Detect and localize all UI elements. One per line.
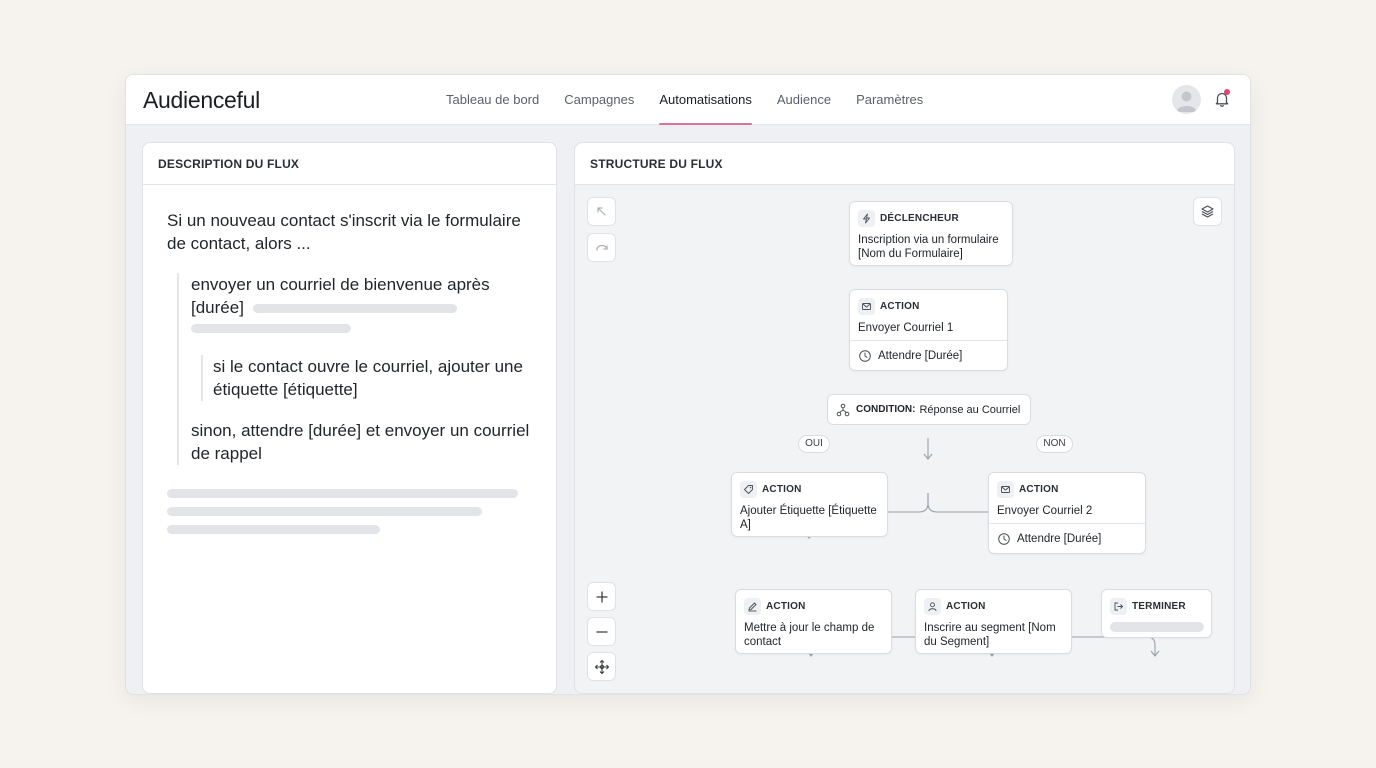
action-node-update-field[interactable]: ACTION Mettre à jour le champ de contact xyxy=(735,589,892,654)
layers-icon xyxy=(1201,205,1214,218)
minus-icon xyxy=(595,630,608,633)
redo-icon xyxy=(595,244,608,251)
fit-view-button[interactable] xyxy=(587,652,616,681)
zoom-out-button[interactable] xyxy=(587,617,616,646)
action-node-send-email-2[interactable]: ACTION Envoyer Courriel 2 Attendre [Duré… xyxy=(988,472,1146,554)
node-type-label: ACTION xyxy=(1019,484,1059,495)
user-avatar[interactable] xyxy=(1172,85,1201,114)
undo-icon xyxy=(596,206,606,216)
move-icon xyxy=(594,659,609,674)
condition-node[interactable]: CONDITION: Réponse au Courriel xyxy=(827,394,1031,425)
node-text: Envoyer Courriel 2 xyxy=(997,505,1093,517)
node-text: Envoyer Courriel 1 xyxy=(858,322,954,334)
node-type-label: ACTION xyxy=(766,601,806,612)
clock-icon xyxy=(998,532,1010,545)
undo-button[interactable] xyxy=(587,197,616,226)
app-logo[interactable]: Audienceful xyxy=(143,87,260,114)
main-nav: Tableau de bord Campagnes Automatisation… xyxy=(446,75,948,125)
branch-yes-label: OUI xyxy=(798,435,830,453)
text-placeholder xyxy=(167,507,482,516)
flow-description-title: DESCRIPTION DU FLUX xyxy=(143,143,556,185)
node-type-label: ACTION xyxy=(946,601,986,612)
exit-icon xyxy=(1110,598,1127,615)
condition-text: Réponse au Courriel xyxy=(919,403,1021,416)
node-text: Ajouter Étiquette [Étiquette A] xyxy=(740,505,877,531)
notification-dot xyxy=(1224,89,1230,95)
nav-automations[interactable]: Automatisations xyxy=(659,75,752,125)
action-node-add-to-segment[interactable]: ACTION Inscrire au segment [Nom du Segme… xyxy=(915,589,1072,654)
flow-structure-panel: STRUCTURE DU FLUX DÉCLENCHEUR Inscriptio… xyxy=(574,142,1235,694)
node-type-label: ACTION xyxy=(762,484,802,495)
node-type-label: DÉCLENCHEUR xyxy=(880,213,959,224)
flow-description-body[interactable]: Si un nouveau contact s'inscrit via le f… xyxy=(143,185,556,534)
layers-button[interactable] xyxy=(1193,197,1222,226)
description-step-2: si le contact ouvre le courriel, ajouter… xyxy=(213,357,523,399)
text-placeholder xyxy=(253,304,457,313)
text-placeholder-group xyxy=(167,489,534,534)
text-placeholder xyxy=(167,489,518,498)
branch-no-label: NON xyxy=(1036,435,1073,453)
flow-description-panel: DESCRIPTION DU FLUX Si un nouveau contac… xyxy=(142,142,557,694)
description-sub-branch: si le contact ouvre le courriel, ajouter… xyxy=(201,355,534,401)
end-node[interactable]: TERMINER xyxy=(1101,589,1212,638)
app-window: Audienceful Tableau de bord Campagnes Au… xyxy=(125,74,1251,695)
wait-step[interactable]: Attendre [Durée] xyxy=(850,340,1007,370)
user-icon xyxy=(924,598,941,615)
text-placeholder xyxy=(191,324,351,333)
tag-icon xyxy=(740,481,757,498)
nav-campaigns[interactable]: Campagnes xyxy=(564,75,634,125)
text-placeholder xyxy=(167,525,380,534)
pencil-icon xyxy=(744,598,761,615)
top-navigation-bar: Audienceful Tableau de bord Campagnes Au… xyxy=(126,75,1250,125)
plus-icon xyxy=(595,590,608,603)
text-placeholder xyxy=(1110,622,1204,632)
description-step-3: sinon, attendre [durée] et envoyer un co… xyxy=(191,421,530,463)
description-branch: envoyer un courriel de bienvenue après [… xyxy=(177,273,534,465)
wait-text: Attendre [Durée] xyxy=(1017,532,1102,545)
node-text: Inscrire au segment [Nom du Segment] xyxy=(924,622,1056,648)
trigger-node[interactable]: DÉCLENCHEUR Inscription via un formulair… xyxy=(849,201,1013,266)
mail-icon xyxy=(997,481,1014,498)
node-type-label: TERMINER xyxy=(1132,601,1186,612)
nav-settings[interactable]: Paramètres xyxy=(856,75,923,125)
nav-audience[interactable]: Audience xyxy=(777,75,831,125)
node-text: Mettre à jour le champ de contact xyxy=(744,622,875,648)
redo-button[interactable] xyxy=(587,233,616,262)
branch-icon xyxy=(836,403,850,416)
action-node-send-email-1[interactable]: ACTION Envoyer Courriel 1 Attendre [Duré… xyxy=(849,289,1008,371)
mail-icon xyxy=(858,298,875,315)
condition-label: CONDITION: xyxy=(856,404,916,415)
wait-text: Attendre [Durée] xyxy=(878,349,963,362)
zoom-in-button[interactable] xyxy=(587,582,616,611)
action-node-add-tag[interactable]: ACTION Ajouter Étiquette [Étiquette A] xyxy=(731,472,888,537)
wait-step[interactable]: Attendre [Durée] xyxy=(989,523,1145,553)
nav-dashboard[interactable]: Tableau de bord xyxy=(446,75,539,125)
clock-icon xyxy=(859,349,871,362)
node-type-label: ACTION xyxy=(880,301,920,312)
node-text: Inscription via un formulaire [Nom du Fo… xyxy=(858,234,999,260)
lightning-icon xyxy=(858,210,875,227)
description-intro: Si un nouveau contact s'inscrit via le f… xyxy=(167,211,521,253)
